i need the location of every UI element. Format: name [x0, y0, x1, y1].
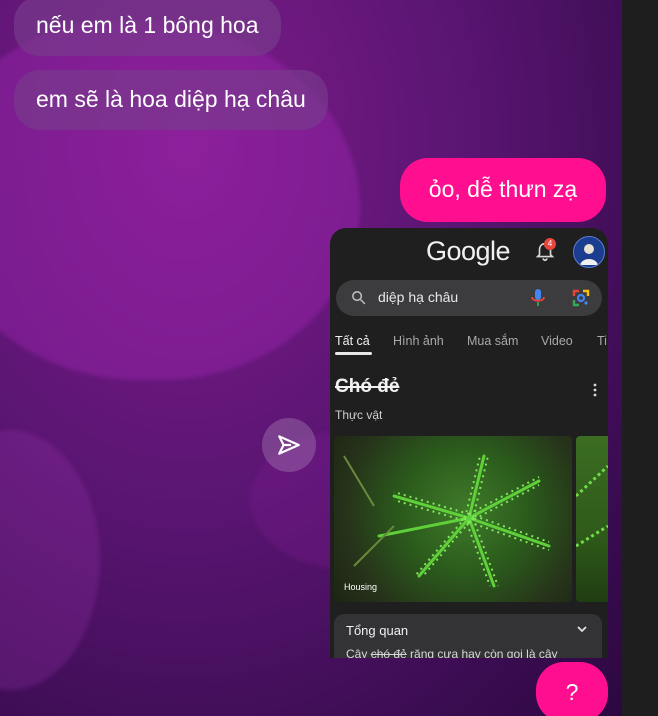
plant-illustration: [343, 454, 551, 588]
knowledge-panel-subtitle: Thực vật: [335, 408, 383, 422]
tab-images[interactable]: Hình ảnh: [393, 334, 444, 348]
more-vert-icon[interactable]: [592, 382, 598, 398]
image-caption: Housing: [344, 582, 378, 592]
share-button[interactable]: [262, 418, 316, 472]
search-icon: [352, 291, 366, 305]
side-panel: [622, 0, 658, 716]
tab-all[interactable]: Tất cả: [335, 334, 370, 348]
google-logo: Google: [426, 236, 511, 266]
chat-thread[interactable]: nếu em là 1 bông hoa em sẽ là hoa diệp h…: [0, 0, 622, 716]
incoming-message[interactable]: em sẽ là hoa diệp hạ châu: [14, 70, 328, 130]
knowledge-panel-title: Chó đẻ: [335, 376, 400, 397]
snippet-text: răng cưa hay còn gọi là cây: [406, 647, 558, 658]
snippet-struck-text: chó đẻ: [370, 647, 407, 658]
overview-snippet: Cây chó đẻ răng cưa hay còn gọi là cây: [346, 647, 558, 658]
search-tabs: Tất cả Hình ảnh Mua sắm Video Ti: [335, 332, 608, 358]
lens-icon: [572, 289, 590, 307]
search-bar[interactable]: diệp hạ châu: [336, 280, 602, 316]
outgoing-message[interactable]: ỏo, dễ thưn zạ: [400, 158, 606, 222]
notification-badge: 4: [544, 238, 556, 250]
tab-more[interactable]: Ti: [597, 334, 607, 348]
tab-video[interactable]: Video: [541, 334, 573, 348]
paper-plane-icon: [278, 435, 300, 455]
chevron-down-icon[interactable]: [576, 623, 588, 635]
overview-label: Tổng quan: [346, 623, 409, 638]
avatar: [573, 236, 605, 268]
search-query: diệp hạ châu: [378, 289, 459, 305]
plant-illustration: [576, 464, 608, 548]
outgoing-message[interactable]: ?: [536, 662, 608, 716]
plant-image[interactable]: Housing: [334, 436, 572, 602]
active-tab-indicator: [335, 352, 372, 355]
shared-screenshot[interactable]: Google 4 diệp hạ châu Tất cả Hình ảnh Mu…: [330, 228, 608, 658]
tab-shopping[interactable]: Mua sắm: [467, 334, 518, 348]
mic-icon: [531, 289, 545, 306]
snippet-text: Cây: [346, 647, 371, 658]
heart-decoration: [0, 430, 100, 690]
incoming-message[interactable]: nếu em là 1 bông hoa: [14, 0, 281, 56]
overview-section[interactable]: Tổng quan Cây chó đẻ răng cưa hay còn gọ…: [334, 614, 602, 658]
plant-image-secondary[interactable]: [576, 436, 608, 602]
